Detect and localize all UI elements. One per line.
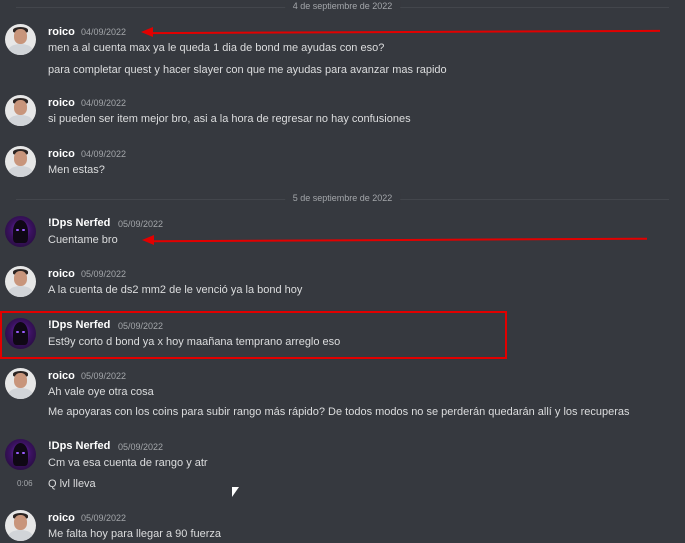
avatar-shirt	[8, 115, 33, 126]
avatar[interactable]	[5, 266, 36, 297]
username[interactable]: !Dps Nerfed	[48, 440, 110, 452]
avatar[interactable]	[5, 510, 36, 541]
timestamp: 04/09/2022	[81, 98, 127, 108]
avatar[interactable]	[5, 24, 36, 55]
avatar-face	[14, 29, 27, 44]
avatar-face	[14, 515, 27, 530]
avatar-hood	[13, 220, 28, 243]
avatar-eye	[22, 452, 25, 454]
avatar-face	[14, 100, 27, 115]
annotation-arrow-head	[141, 27, 153, 37]
annotation-arrow-head	[142, 235, 154, 245]
message-line: Me falta hoy para llegar a 90 fuerza	[48, 528, 222, 540]
username[interactable]: roico	[48, 370, 75, 382]
highlight-box	[0, 311, 507, 359]
username[interactable]: !Dps Nerfed	[48, 217, 110, 229]
date-divider-label: 5 de septiembre de 2022	[284, 193, 401, 203]
avatar[interactable]	[5, 216, 36, 247]
avatar-shirt	[8, 286, 33, 297]
date-divider-label: 4 de septiembre de 2022	[284, 1, 401, 11]
mouse-cursor-icon	[232, 487, 239, 497]
avatar[interactable]	[5, 146, 36, 177]
message-line: A la cuenta de ds2 mm2 de le venció ya l…	[48, 284, 303, 296]
date-divider: 5 de septiembre de 2022	[16, 193, 669, 203]
timestamp: 04/09/2022	[81, 149, 127, 159]
username[interactable]: roico	[48, 26, 75, 38]
avatar[interactable]	[5, 439, 36, 470]
message-line: Men estas?	[48, 164, 105, 176]
message-line: Me apoyaras con los coins para subir ran…	[48, 406, 630, 418]
timestamp: 04/09/2022	[81, 27, 127, 37]
username[interactable]: roico	[48, 97, 75, 109]
username[interactable]: roico	[48, 512, 75, 524]
date-divider: 4 de septiembre de 2022	[16, 1, 669, 11]
message-line: Q lvl lleva	[48, 478, 96, 490]
avatar-face	[14, 373, 27, 388]
username[interactable]: roico	[48, 148, 75, 160]
message-line: si pueden ser item mejor bro, asi a la h…	[48, 113, 411, 125]
avatar-shirt	[8, 388, 33, 399]
avatar-shirt	[8, 44, 33, 55]
timestamp: 05/09/2022	[81, 269, 127, 279]
inline-timestamp: 0:06	[17, 479, 33, 488]
avatar-face	[14, 151, 27, 166]
chat-view: 4 de septiembre de 2022 5 de septiembre …	[0, 0, 685, 543]
avatar[interactable]	[5, 368, 36, 399]
avatar-eye	[22, 229, 25, 231]
avatar-eye	[16, 452, 19, 454]
message-line: Cuentame bro	[48, 234, 118, 246]
avatar[interactable]	[5, 95, 36, 126]
message-line: men a al cuenta max ya le queda 1 dia de…	[48, 42, 385, 54]
timestamp: 05/09/2022	[81, 513, 127, 523]
avatar-eye	[16, 229, 19, 231]
timestamp: 05/09/2022	[118, 219, 164, 229]
annotation-arrow-line	[150, 237, 648, 243]
timestamp: 05/09/2022	[81, 371, 127, 381]
avatar-hood	[13, 443, 28, 466]
annotation-arrow-line	[149, 29, 661, 35]
username[interactable]: roico	[48, 268, 75, 280]
message-line: para completar quest y hacer slayer con …	[48, 64, 447, 76]
timestamp: 05/09/2022	[118, 442, 164, 452]
avatar-shirt	[8, 166, 33, 177]
avatar-shirt	[8, 530, 33, 541]
message-line: Ah vale oye otra cosa	[48, 386, 154, 398]
avatar-face	[14, 271, 27, 286]
message-line: Cm va esa cuenta de rango y atr	[48, 457, 208, 469]
